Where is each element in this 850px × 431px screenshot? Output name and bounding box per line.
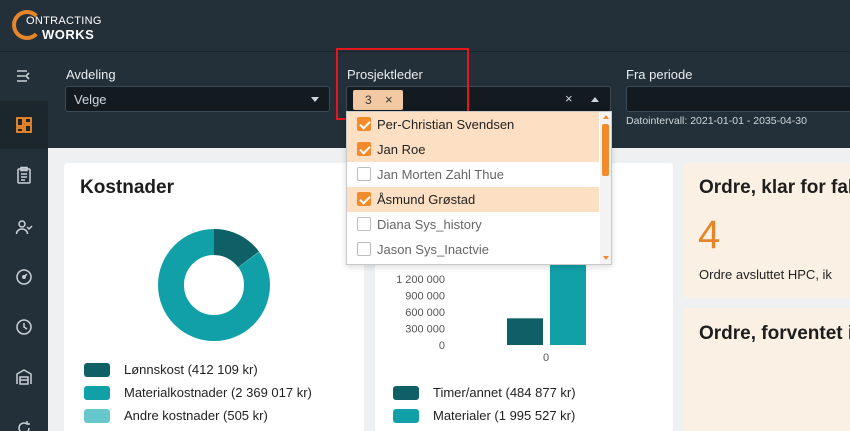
checkbox[interactable] xyxy=(357,167,371,181)
ordre-klar-subtitle: Ordre avsluttet HPC, ik xyxy=(699,267,832,282)
option-label: Jason Sys_Inactvie xyxy=(377,242,490,257)
option-label: Per-Christian Svendsen xyxy=(377,117,515,132)
x-tick-label: 0 xyxy=(543,352,549,363)
date-interval-hint: Datointervall: 2021-01-01 - 2035-04-30 xyxy=(626,115,807,127)
checkbox[interactable] xyxy=(357,117,371,131)
kostnader-title: Kostnader xyxy=(80,177,174,198)
legend-item-andre-kostnader[interactable]: Andre kostnader (505 kr) xyxy=(84,408,268,423)
ordre-forventet-title: Ordre, forventet i xyxy=(699,323,850,344)
clipboard-icon xyxy=(17,166,31,184)
top-bar: ONTRACTING WORKS xyxy=(0,0,850,52)
sidebar-item-refresh[interactable] xyxy=(0,404,48,431)
checkbox[interactable] xyxy=(357,217,371,231)
scrollbar-thumb[interactable] xyxy=(602,124,609,176)
logo-text-top: ONTRACTING xyxy=(26,15,102,27)
chevron-down-icon xyxy=(311,97,319,102)
legend-item-materialkostnader[interactable]: Materialkostnader (2 369 017 kr) xyxy=(84,385,312,400)
dropdown-option[interactable]: Jan Morten Zahl Thue xyxy=(347,162,599,187)
legend-swatch xyxy=(84,408,110,423)
fra-periode-input[interactable] xyxy=(626,86,850,112)
chevron-up-icon[interactable] xyxy=(591,97,599,102)
sidebar-item-time[interactable] xyxy=(0,303,48,351)
y-tick-label: 300 000 xyxy=(405,324,445,336)
ordre-forventet-card[interactable]: Ordre, forventet i xyxy=(684,308,850,431)
option-label: Diana Sys_history xyxy=(377,217,482,232)
y-tick-label: 600 000 xyxy=(405,307,445,319)
users-icon xyxy=(15,220,33,235)
clear-selection-icon[interactable]: × xyxy=(565,91,573,106)
sidebar xyxy=(0,52,48,431)
legend-label: Timer/annet (484 877 kr) xyxy=(433,385,576,400)
checkbox[interactable] xyxy=(357,142,371,156)
y-tick-label: 0 xyxy=(439,340,445,352)
avdeling-select-value: Velge xyxy=(74,92,107,107)
legend-swatch xyxy=(84,362,110,377)
kostnader-card: Kostnader Lønnskost (412 109 kr) Materia… xyxy=(64,163,364,431)
warehouse-icon xyxy=(16,369,32,385)
sidebar-item-orders[interactable] xyxy=(0,151,48,199)
dropdown-scrollbar[interactable] xyxy=(600,112,611,264)
sidebar-item-gauge[interactable] xyxy=(0,253,48,301)
fra-periode-label: Fra periode xyxy=(626,67,693,82)
y-tick-label: 1 200 000 xyxy=(396,274,445,286)
sidebar-item-dashboard[interactable] xyxy=(0,101,48,149)
legend-swatch xyxy=(393,385,419,400)
legend-item-lonnskost[interactable]: Lønnskost (412 109 kr) xyxy=(84,362,258,377)
sidebar-item-users[interactable] xyxy=(0,203,48,251)
y-tick-label: 900 000 xyxy=(405,291,445,303)
dropdown-option[interactable]: Jason Sys_Inactvie xyxy=(347,237,599,262)
logo-text-bottom: WORKS xyxy=(42,27,95,42)
legend-label: Materialkostnader (2 369 017 kr) xyxy=(124,385,312,400)
option-label: Jan Morten Zahl Thue xyxy=(377,167,504,182)
prosjektleder-dropdown: Per-Christian Svendsen Jan Roe Jan Morte… xyxy=(346,111,612,265)
avdeling-label: Avdeling xyxy=(66,67,116,82)
gauge-icon xyxy=(16,269,32,285)
legend-label: Andre kostnader (505 kr) xyxy=(124,408,268,423)
legend-item-timer-annet[interactable]: Timer/annet (484 877 kr) xyxy=(393,385,576,400)
clock-icon xyxy=(16,319,32,335)
scroll-down-icon[interactable] xyxy=(603,256,609,260)
checkbox[interactable] xyxy=(357,192,371,206)
menu-collapse-button[interactable] xyxy=(0,52,48,100)
ordre-klar-card[interactable]: Ordre, klar for fak 4 Ordre avsluttet HP… xyxy=(684,163,850,298)
dropdown-option[interactable]: Per-Christian Svendsen xyxy=(347,112,599,137)
bar-0 xyxy=(507,318,543,345)
legend-label: Materialer (1 995 527 kr) xyxy=(433,408,576,423)
app-logo[interactable]: ONTRACTING WORKS xyxy=(12,8,132,44)
legend-label: Lønnskost (412 109 kr) xyxy=(124,362,258,377)
legend-item-materialer[interactable]: Materialer (1 995 527 kr) xyxy=(393,408,575,423)
avdeling-select[interactable]: Velge xyxy=(65,86,330,112)
legend-swatch xyxy=(84,385,110,400)
checkbox[interactable] xyxy=(357,242,371,256)
highlight-box xyxy=(336,48,469,120)
cost-donut-chart xyxy=(158,229,270,341)
menu-collapse-icon xyxy=(17,70,30,82)
ordre-klar-title: Ordre, klar for fak xyxy=(699,177,850,198)
scroll-up-icon[interactable] xyxy=(603,115,609,119)
legend-swatch xyxy=(393,408,419,423)
sidebar-item-warehouse[interactable] xyxy=(0,353,48,401)
dropdown-option[interactable]: Diana Sys_history xyxy=(347,212,599,237)
refresh-icon xyxy=(18,421,30,431)
dropdown-option[interactable]: Jan Roe xyxy=(347,137,599,162)
dashboard-icon xyxy=(16,117,32,133)
option-label: Åsmund Grøstad xyxy=(377,192,476,207)
dropdown-option[interactable]: Åsmund Grøstad xyxy=(347,187,599,212)
ordre-klar-count: 4 xyxy=(698,213,721,257)
option-label: Jan Roe xyxy=(377,142,426,157)
